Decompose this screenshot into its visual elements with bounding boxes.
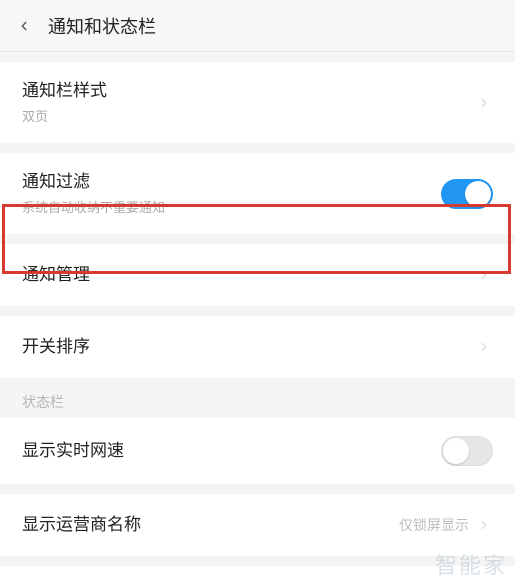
row-title: 开关排序 (22, 336, 475, 358)
page-title: 通知和状态栏 (48, 13, 156, 39)
row-notification-filter[interactable]: 通知过滤 系统自动收纳不重要通知 (0, 153, 515, 234)
chevron-right-icon (475, 338, 493, 356)
chevron-right-icon (475, 266, 493, 284)
row-subtitle: 双页 (22, 106, 475, 125)
section-header-statusbar: 状态栏 (0, 378, 515, 418)
toggle-notification-filter[interactable] (441, 179, 493, 209)
row-value: 仅锁屏显示 (399, 515, 469, 535)
row-show-carrier[interactable]: 显示运营商名称 仅锁屏显示 (0, 494, 515, 556)
row-switch-order[interactable]: 开关排序 (0, 316, 515, 378)
row-notification-style[interactable]: 通知栏样式 双页 (0, 62, 515, 143)
row-title: 通知过滤 (22, 171, 441, 193)
row-title: 显示运营商名称 (22, 514, 399, 536)
row-title: 通知管理 (22, 264, 475, 286)
row-title: 显示实时网速 (22, 440, 441, 462)
header-bar: 通知和状态栏 (0, 0, 515, 52)
back-icon[interactable] (12, 14, 36, 38)
toggle-netspeed[interactable] (441, 436, 493, 466)
row-subtitle: 系统自动收纳不重要通知 (22, 197, 441, 216)
row-title: 通知栏样式 (22, 80, 475, 102)
row-notification-manage[interactable]: 通知管理 (0, 244, 515, 306)
row-show-netspeed[interactable]: 显示实时网速 (0, 418, 515, 484)
chevron-right-icon (475, 516, 493, 534)
chevron-right-icon (475, 94, 493, 112)
row-custom-carrier[interactable]: 自定义运营商名称 无 | 无 (0, 566, 515, 586)
